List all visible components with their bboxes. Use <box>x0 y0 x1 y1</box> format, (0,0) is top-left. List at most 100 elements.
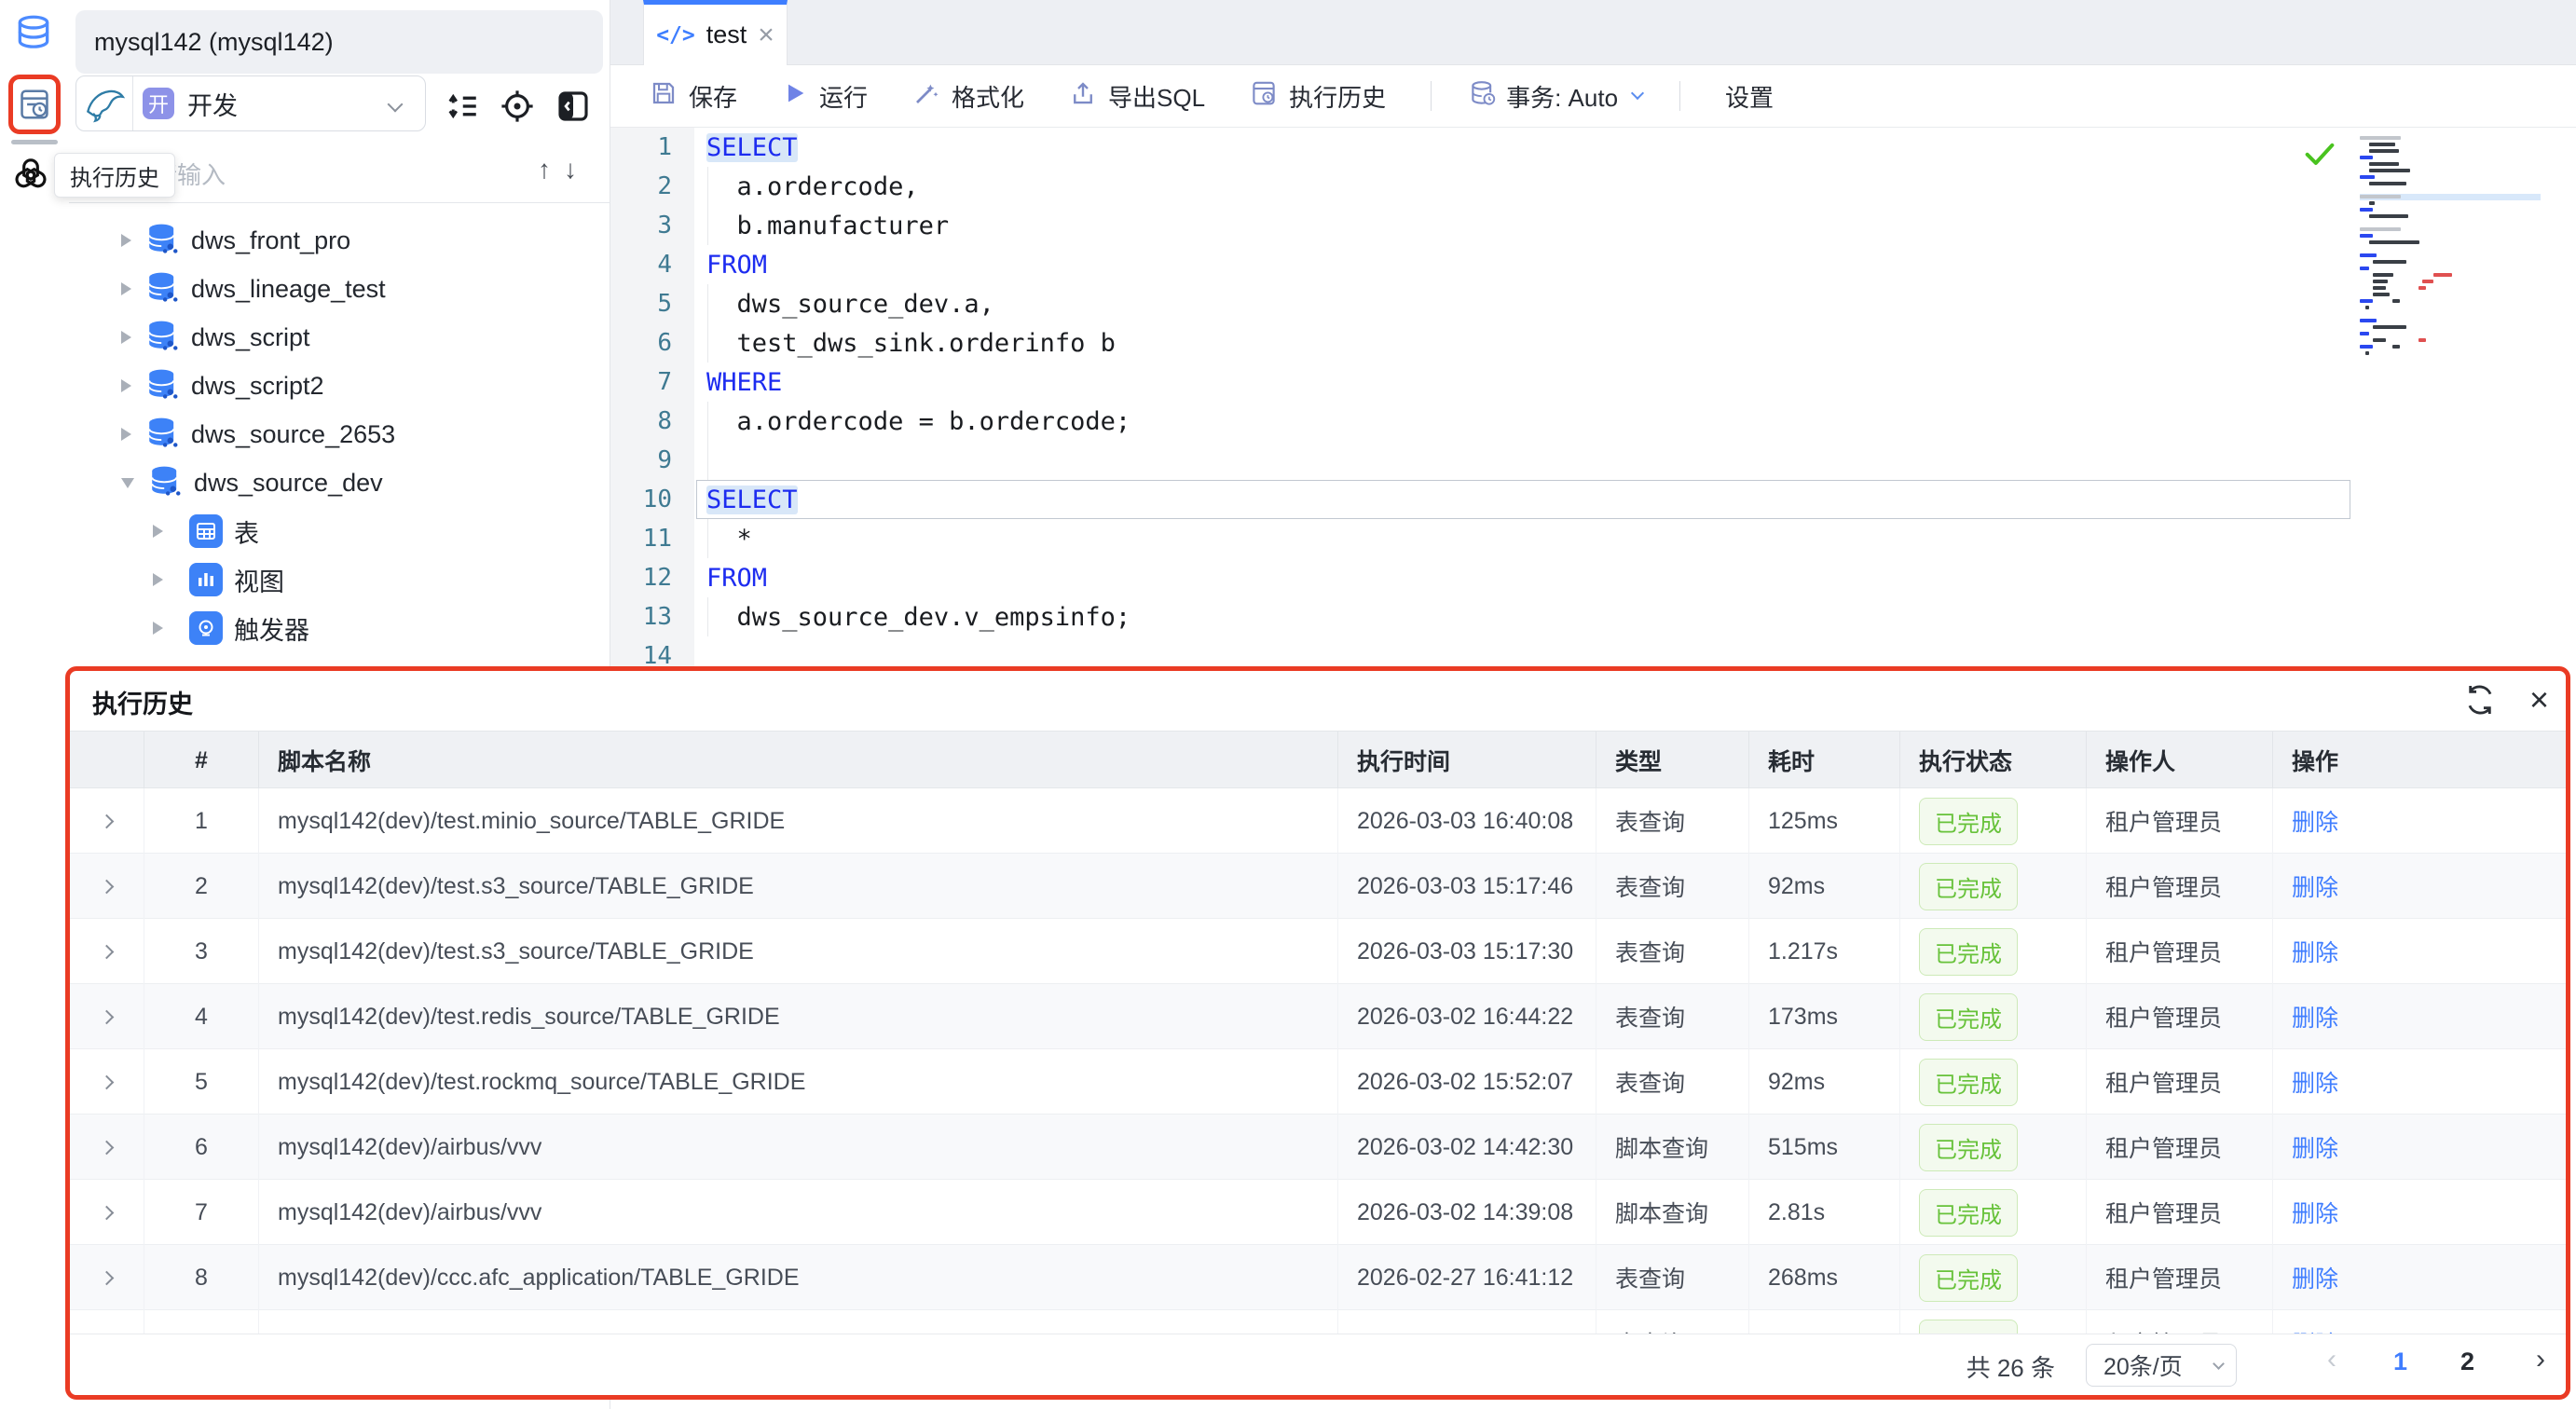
tree-item-dws_script2[interactable]: dws_script2 <box>69 362 610 410</box>
format-button[interactable]: 格式化 <box>912 79 1024 114</box>
tree-item-dws_source_dev[interactable]: dws_source_dev <box>69 458 610 507</box>
tree-collapse-icon[interactable] <box>121 478 134 488</box>
delete-link[interactable]: 删除 <box>2292 1130 2338 1164</box>
transaction-mode-select[interactable]: 事务: Auto <box>1469 79 1642 114</box>
delete-link[interactable]: 删除 <box>2292 935 2338 968</box>
row-expand-icon[interactable] <box>100 944 115 959</box>
editor-minimap[interactable] <box>2360 135 2541 357</box>
row-actions[interactable]: 删除 <box>2273 1310 2566 1334</box>
row-actions[interactable]: 删除 <box>2273 1180 2566 1245</box>
row-expand-cell[interactable] <box>70 919 144 984</box>
code-line-12[interactable]: 12FROM <box>610 558 2576 597</box>
delete-link[interactable]: 删除 <box>2292 1065 2338 1099</box>
row-actions[interactable]: 删除 <box>2273 1245 2566 1310</box>
execution-history-icon[interactable] <box>17 87 52 122</box>
tree-expand-icon[interactable] <box>121 331 131 344</box>
exec-time: 2026-03-03 16:40:08 <box>1338 788 1596 854</box>
tree-item-dws_lineage_test[interactable]: dws_lineage_test <box>69 265 610 313</box>
page-button-1[interactable]: 1 <box>2393 1347 2407 1376</box>
next-page-button[interactable]: › <box>2536 1344 2545 1375</box>
sql-editor[interactable]: 1SELECT2 a.ordercode,3 b.manufacturer4FR… <box>610 128 2576 666</box>
code-line-4[interactable]: 4FROM <box>610 245 2576 284</box>
connection-title[interactable]: mysql142 (mysql142) <box>75 10 603 74</box>
row-expand-icon[interactable] <box>100 879 115 894</box>
row-actions[interactable]: 删除 <box>2273 854 2566 919</box>
tree-expand-icon[interactable] <box>121 234 131 247</box>
export-button[interactable]: 导出SQL <box>1069 79 1205 114</box>
row-expand-cell[interactable] <box>70 984 144 1049</box>
row-actions[interactable]: 删除 <box>2273 984 2566 1049</box>
code-line-14[interactable]: 14 <box>610 636 2576 666</box>
row-actions[interactable]: 删除 <box>2273 788 2566 854</box>
code-line-7[interactable]: 7WHERE <box>610 363 2576 402</box>
delete-link[interactable]: 删除 <box>2292 869 2338 903</box>
row-expand-cell[interactable] <box>70 788 144 854</box>
delete-link[interactable]: 删除 <box>2292 1261 2338 1294</box>
code-line-11[interactable]: 11 * <box>610 519 2576 558</box>
row-expand-icon[interactable] <box>100 1140 115 1155</box>
page-size-select[interactable]: 20条/页 <box>2086 1344 2237 1387</box>
sort-list-icon[interactable] <box>442 87 481 126</box>
tree-item-dws_script[interactable]: dws_script <box>69 313 610 362</box>
tree-expand-icon[interactable] <box>153 573 163 586</box>
run-button[interactable]: 运行 <box>782 79 868 114</box>
code-line-9[interactable]: 9 <box>610 441 2576 480</box>
delete-link[interactable]: 删除 <box>2292 1326 2338 1334</box>
code-line-3[interactable]: 3 b.manufacturer <box>610 206 2576 245</box>
row-expand-icon[interactable] <box>100 1270 115 1285</box>
tree-item-dws_front_pro[interactable]: dws_front_pro <box>69 216 610 265</box>
delete-link[interactable]: 删除 <box>2292 1196 2338 1229</box>
column-header-操作人: 操作人 <box>2087 732 2273 789</box>
collapse-panel-icon[interactable] <box>554 87 593 126</box>
row-expand-icon[interactable] <box>100 1009 115 1024</box>
history-table-header: #脚本名称执行时间类型耗时执行状态操作人操作 <box>70 731 2566 788</box>
search-prev-next-arrows[interactable]: ↑↓ <box>538 155 590 185</box>
row-expand-cell[interactable] <box>70 854 144 919</box>
code-line-1[interactable]: 1SELECT <box>610 128 2576 167</box>
code-line-13[interactable]: 13 dws_source_dev.v_empsinfo; <box>610 597 2576 636</box>
code-line-8[interactable]: 8 a.ordercode = b.ordercode; <box>610 402 2576 441</box>
tree-expand-icon[interactable] <box>121 428 131 441</box>
row-expand-cell[interactable] <box>70 1115 144 1180</box>
line-number: 4 <box>610 251 694 279</box>
page-button-2[interactable]: 2 <box>2460 1347 2474 1376</box>
row-expand-icon[interactable] <box>100 814 115 828</box>
code-line-6[interactable]: 6 test_dws_sink.orderinfo b <box>610 323 2576 363</box>
tab-test[interactable]: </> test × <box>643 0 788 65</box>
code-line-2[interactable]: 2 a.ordercode, <box>610 167 2576 206</box>
locate-target-icon[interactable] <box>498 87 537 126</box>
tree-expand-icon[interactable] <box>121 282 131 295</box>
delete-link[interactable]: 删除 <box>2292 804 2338 838</box>
row-expand-cell[interactable] <box>70 1049 144 1115</box>
settings-button[interactable]: 设置 <box>1725 79 1774 114</box>
code-line-5[interactable]: 5 dws_source_dev.a, <box>610 284 2576 323</box>
save-button[interactable]: 保存 <box>650 79 737 114</box>
database-icon[interactable] <box>13 13 54 54</box>
history-button[interactable]: 执行历史 <box>1250 79 1386 114</box>
tree-expand-icon[interactable] <box>121 379 131 392</box>
tree-expand-icon[interactable] <box>153 622 163 635</box>
delete-link[interactable]: 删除 <box>2292 1000 2338 1033</box>
tree-item-视图[interactable]: 视图 <box>69 555 610 604</box>
row-expand-icon[interactable] <box>100 1074 115 1089</box>
code-text: a.ordercode = b.ordercode; <box>694 407 1130 436</box>
row-expand-cell[interactable] <box>70 1180 144 1245</box>
close-icon[interactable]: × <box>2529 683 2549 717</box>
tree-expand-icon[interactable] <box>153 525 163 538</box>
row-expand-cell[interactable] <box>70 1245 144 1310</box>
row-expand-icon[interactable] <box>100 1205 115 1220</box>
prev-page-button[interactable]: ‹ <box>2327 1344 2336 1375</box>
code-line-10[interactable]: 10SELECT <box>610 480 2576 519</box>
environment-select[interactable]: 开 开发 <box>75 75 426 131</box>
row-actions[interactable]: 删除 <box>2273 1049 2566 1115</box>
refresh-icon[interactable] <box>2462 682 2498 718</box>
tree-item-表[interactable]: 表 <box>69 507 610 555</box>
mysql-dolphin-icon <box>84 82 127 125</box>
script-name: mysql142(dev)/test.s3_source/TABLE_GRIDE <box>259 854 1338 919</box>
row-actions[interactable]: 删除 <box>2273 1115 2566 1180</box>
tab-close-icon[interactable]: × <box>758 21 774 49</box>
row-actions[interactable]: 删除 <box>2273 919 2566 984</box>
tree-item-dws_source_2653[interactable]: dws_source_2653 <box>69 410 610 458</box>
row-expand-cell[interactable] <box>70 1310 144 1334</box>
tree-item-触发器[interactable]: 触发器 <box>69 604 610 652</box>
